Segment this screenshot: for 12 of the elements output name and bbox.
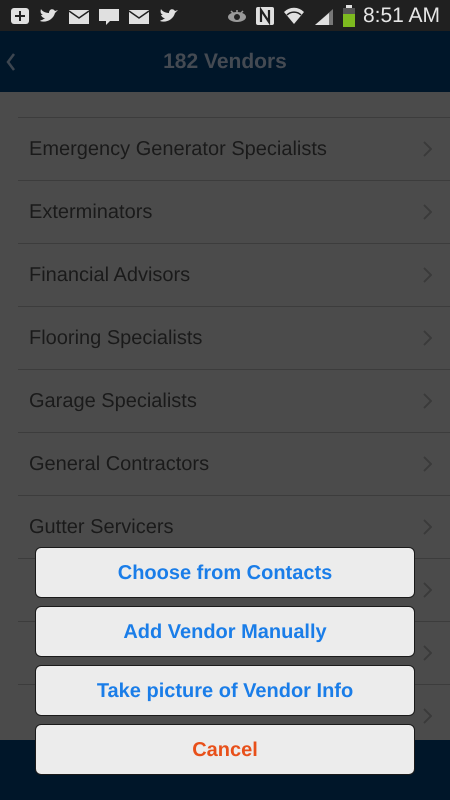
battery-icon (342, 4, 355, 26)
header-title: 182 Vendors (163, 48, 287, 75)
wifi-icon (282, 6, 305, 26)
action-button[interactable]: Add Vendor Manually (35, 606, 415, 657)
action-button[interactable]: Take picture of Vendor Info (35, 665, 415, 716)
back-icon[interactable] (6, 53, 16, 71)
cancel-button[interactable]: Cancel (35, 724, 415, 775)
eye-icon (226, 8, 247, 22)
plus-icon (8, 6, 30, 26)
nfc-icon (254, 6, 275, 26)
action-button[interactable]: Choose from Contacts (35, 547, 415, 598)
clock-time: 8:51 AM (362, 5, 440, 26)
